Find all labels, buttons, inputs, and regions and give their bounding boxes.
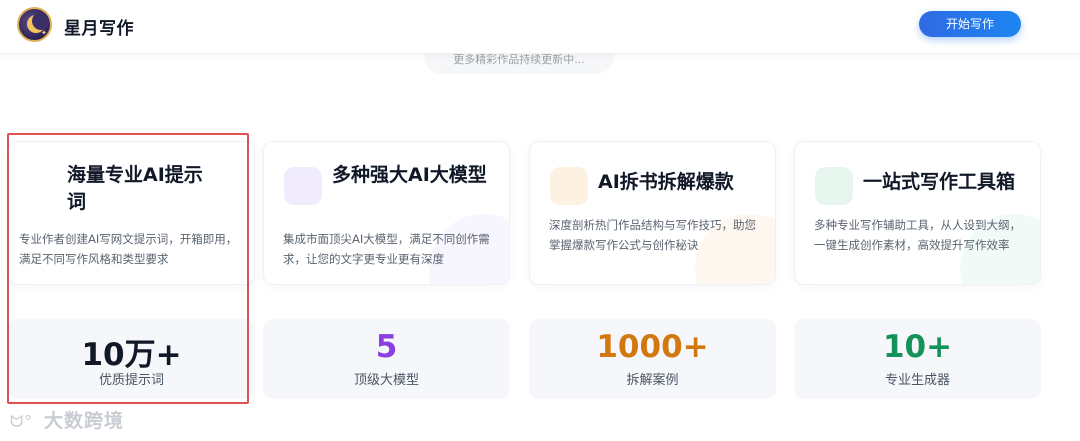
watermark: ᗢ° 大数跨境 [10, 406, 124, 433]
feature-card-title: 一站式写作工具箱 [863, 171, 1016, 193]
feature-card-desc: 集成市面顶尖AI大模型，满足不同创作需求，让您的文字更专业更有深度 [283, 232, 490, 266]
watermark-text: 大数跨境 [44, 410, 125, 432]
feature-card-toolbox[interactable]: 一站式写作工具箱 多种专业写作辅助工具，从人设到大纲，一键生成创作素材，高效提升… [794, 141, 1041, 285]
feature-card-title: 多种强大AI大模型 [332, 164, 487, 186]
moon-logo-icon[interactable]: ✦ [17, 7, 52, 42]
stat-generators: 10+ 专业生成器 [794, 319, 1041, 399]
brand-name[interactable]: 星月写作 [64, 14, 134, 39]
breakdown-icon [550, 167, 588, 205]
stat-cases: 1000+ 拆解案例 [529, 319, 776, 399]
start-writing-button[interactable]: 开始写作 [919, 11, 1021, 37]
models-icon [284, 167, 322, 205]
stat-label: 顶级大模型 [353, 373, 419, 388]
stat-value: 5 [375, 329, 398, 365]
stat-value: 1000+ [596, 329, 709, 365]
stat-label: 专业生成器 [884, 373, 950, 388]
top-header: ✦ 星月写作 开始写作 [0, 0, 1080, 54]
toolbox-icon [815, 167, 853, 205]
feature-card-title: AI拆书拆解爆款 [598, 171, 734, 193]
stat-value: 10+ [882, 329, 953, 365]
stat-label: 拆解案例 [626, 373, 679, 388]
feature-card-breakdown[interactable]: AI拆书拆解爆款 深度剖析热门作品结构与写作技巧，助您掌握爆款写作公式与创作秘诀 [529, 141, 776, 285]
feature-card-models[interactable]: 多种强大AI大模型 集成市面顶尖AI大模型，满足不同创作需求，让您的文字更专业更… [263, 141, 510, 285]
feature-card-desc: 深度剖析热门作品结构与写作技巧，助您掌握爆款写作公式与创作秘诀 [549, 218, 756, 252]
watermark-logo-icon: ᗢ° [10, 412, 34, 431]
selection-highlight-box [7, 133, 249, 404]
stat-models: 5 顶级大模型 [263, 319, 510, 399]
feature-card-desc: 多种专业写作辅助工具，从人设到大纲，一键生成创作素材，高效提升写作效率 [814, 218, 1021, 252]
